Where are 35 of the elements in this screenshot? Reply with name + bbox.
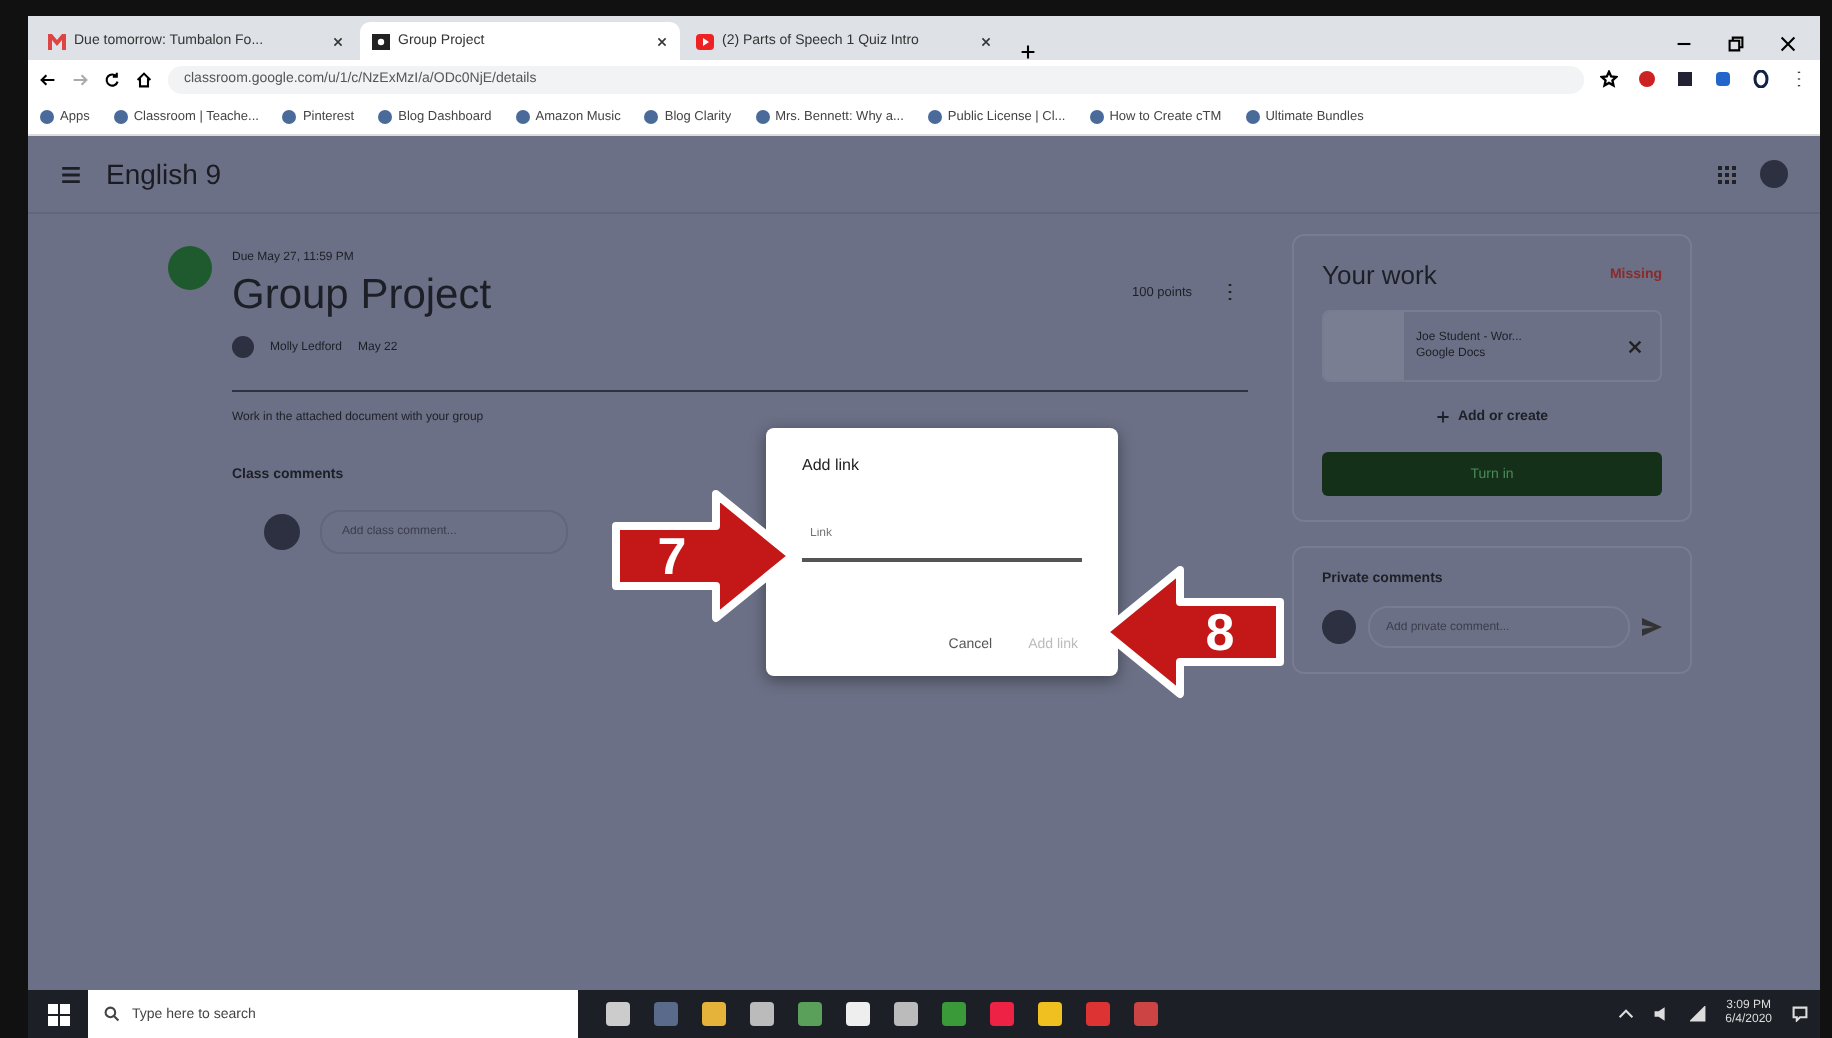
back-icon[interactable] <box>40 71 56 87</box>
close-icon[interactable] <box>1780 36 1796 52</box>
menu-icon[interactable] <box>60 163 82 185</box>
avatar[interactable] <box>1760 160 1788 188</box>
close-icon[interactable] <box>656 35 668 47</box>
class-name: English 9 <box>106 158 222 190</box>
network-icon[interactable] <box>1689 1006 1706 1022</box>
star-icon[interactable] <box>1600 70 1618 88</box>
reload-icon[interactable] <box>104 71 120 87</box>
mail-icon <box>48 33 66 49</box>
play-icon <box>696 33 714 49</box>
close-icon[interactable] <box>980 35 992 47</box>
dialog-title: Add link <box>802 456 861 474</box>
chevron-up-icon[interactable] <box>1617 1006 1634 1022</box>
speaker-icon[interactable] <box>1653 1006 1670 1022</box>
plus-icon <box>1435 410 1450 424</box>
apps-grid-icon[interactable] <box>1718 165 1736 183</box>
close-icon <box>1626 337 1644 355</box>
avatar <box>1322 610 1356 644</box>
extension-icon[interactable] <box>1752 70 1770 88</box>
card-title: Your work <box>1322 260 1437 290</box>
classroom-icon <box>372 33 390 49</box>
plus-icon <box>1020 44 1036 60</box>
notification-icon[interactable] <box>1792 1006 1808 1022</box>
avatar <box>232 336 254 358</box>
restore-icon[interactable] <box>1728 36 1744 52</box>
assignment-title: Group Project <box>232 272 492 320</box>
assignment-icon <box>168 246 212 290</box>
avatar <box>264 514 300 550</box>
search-icon <box>104 1006 120 1022</box>
extension-icon[interactable] <box>1676 70 1694 88</box>
windows-icon[interactable] <box>47 1003 69 1025</box>
home-icon[interactable] <box>136 71 152 87</box>
send-icon[interactable] <box>1642 618 1662 636</box>
close-icon[interactable] <box>332 35 344 47</box>
